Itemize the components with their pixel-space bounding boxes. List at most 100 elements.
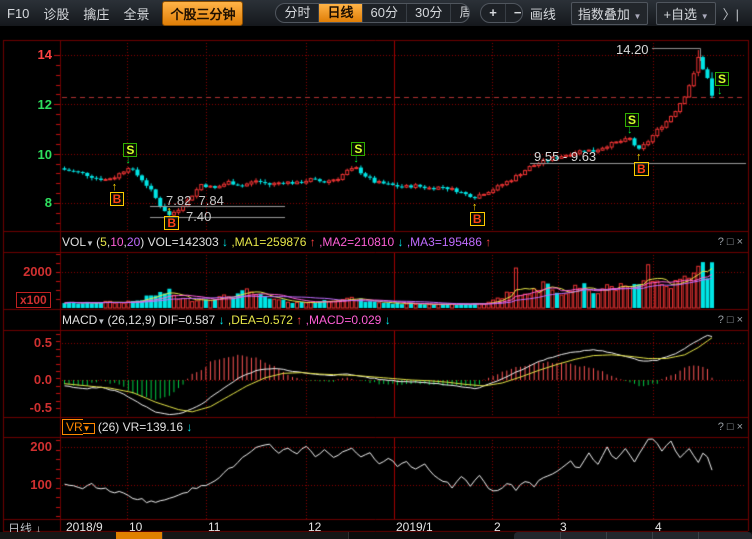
macd-header: MACD▼ (26,12,9) DIF=0.587 ↓ ,DEA=0.572 ↑… [62,313,391,327]
header-part: MACD [62,313,97,327]
signal-B-arrow-icon: ↑ [112,182,118,192]
menu-panorama[interactable]: 全景 [116,4,156,23]
taskbar-segment[interactable] [72,532,117,539]
taskbar-right-group[interactable] [514,532,752,539]
vr-axis-label: 200 [0,439,52,454]
chart-canvas[interactable] [0,26,752,539]
signal-S-arrow-icon: ↓ [353,154,359,164]
zoom-controls: + − [480,3,523,23]
vol-header: VOL▼ (5,10,20) VOL=142303 ↓ ,MA1=259876 … [62,235,491,249]
header-part: ↓ [215,313,224,327]
toolbar-right: 画线 指数叠加 ▼ +自选 ▼ 〉| [523,2,752,25]
header-part: VOL [62,235,86,249]
signal-B-marker: B [110,192,125,206]
index-overlay-dropdown[interactable]: 指数叠加 ▼ [571,2,649,25]
taskbar-segment[interactable] [0,532,29,539]
tab-daily[interactable]: 日线 [319,4,362,22]
header-part[interactable]: VR [62,419,83,435]
peak-price-label: 14.20 [616,42,649,57]
help-icon[interactable]: ? [718,314,727,326]
zoom-in-button[interactable]: + [481,4,506,22]
price-axis-label: 14 [0,47,52,62]
signal-B-marker: B [470,212,485,226]
bottom-strip [0,532,752,539]
macd-axis-label: -0.5 [0,400,52,415]
signal-S-arrow-icon: ↓ [627,125,633,135]
zoom-out-button[interactable]: − [506,4,523,22]
signal-B-arrow-icon: ↑ [166,206,172,216]
add-watchlist-dropdown[interactable]: +自选 ▼ [656,2,715,25]
header-part: ↓ [394,235,403,249]
menu-qinzhuang[interactable]: 擒庄 [76,4,116,23]
signal-B-arrow-icon: ↑ [472,202,478,212]
close-icon[interactable]: × [737,236,746,248]
tab-weekly[interactable]: 周线 ▼ [451,4,470,22]
header-part: ↓ [219,235,228,249]
header-part: ,MACD=0.029 [302,313,381,327]
draw-line-button[interactable]: 画线 [523,4,563,23]
bottom-price-label: 7.40 [186,209,211,224]
menu-diagnose[interactable]: 诊股 [36,4,76,23]
maximize-icon[interactable]: □ [727,314,737,326]
header-part: (26) [95,420,123,434]
header-part: ↑ [293,313,302,327]
chevron-down-icon: ▼ [701,12,709,21]
volume-axis-label: 2000 [0,264,52,279]
signal-B-marker: B [164,216,179,230]
taskbar-segment[interactable] [252,532,299,539]
macd-panel-icons: ?□× [718,314,746,326]
vol-panel-icons: ?□× [718,236,746,248]
header-part[interactable]: ▼ [83,423,95,434]
help-icon[interactable]: ? [718,236,727,248]
header-part: ,DEA=0.572 [225,313,293,327]
header-part: VR=139.16 [123,420,183,434]
vr-header: VR▼ (26) VR=139.16 ↓ [62,420,192,434]
chevron-down-icon: ▼ [634,12,642,21]
price-axis-label: 12 [0,97,52,112]
header-part[interactable]: ▼ [97,317,107,326]
vr-panel-icons: ?□× [718,421,746,433]
header-part[interactable]: ▼ [86,239,96,248]
header-part: ↑ [306,235,315,249]
taskbar-segment[interactable] [28,532,73,539]
header-part: DIF=0.587 [159,313,215,327]
period-tabs: 分时 日线 60分 30分 周线 ▼ [275,3,470,23]
signal-S-marker: S [715,72,729,86]
header-part: ) [140,235,147,249]
tab-30min[interactable]: 30分 [407,4,451,22]
maximize-icon[interactable]: □ [727,236,737,248]
close-icon[interactable]: × [737,314,746,326]
tab-60min[interactable]: 60分 [363,4,407,22]
stock-chart-window: F10 诊股 擒庄 全景 个股三分钟 分时 日线 60分 30分 周线 ▼ + … [0,0,752,539]
header-part: ↓ [183,420,192,434]
price-axis-label: 8 [0,195,52,210]
close-icon[interactable]: × [737,421,746,433]
tab-fenshi[interactable]: 分时 [276,4,319,22]
signal-S-arrow-icon: ↓ [717,86,723,96]
help-icon[interactable]: ? [718,421,727,433]
collapse-panel-icon[interactable]: 〉| [716,4,746,23]
toolbar: F10 诊股 擒庄 全景 个股三分钟 分时 日线 60分 30分 周线 ▼ + … [0,0,752,26]
stock-3min-button[interactable]: 个股三分钟 [162,1,243,26]
maximize-icon[interactable]: □ [727,421,737,433]
vr-axis-label: 100 [0,477,52,492]
header-part: ,MA2=210810 [316,235,394,249]
taskbar-segment[interactable] [162,532,207,539]
signal-S-arrow-icon: ↓ [125,155,131,165]
double-low-label: 7.82 7.84 [166,193,224,208]
header-part: (26,12,9) [107,313,158,327]
header-part: ↑ [482,235,491,249]
f10-button[interactable]: F10 [0,6,36,21]
volume-unit-label: x100 [16,292,51,308]
taskbar-segment[interactable] [206,532,253,539]
header-part: VOL=142303 [148,235,219,249]
taskbar-segment-active[interactable] [116,532,163,539]
header-part: ,MA3=195486 [404,235,482,249]
header-part: 10 [110,235,123,249]
header-part: 20 [127,235,140,249]
macd-axis-label: 0.0 [0,372,52,387]
gap-range-label: 9.55 - 9.63 [534,149,596,164]
header-part: ↓ [381,313,390,327]
taskbar-segment[interactable] [298,532,349,539]
signal-B-arrow-icon: ↑ [636,152,642,162]
